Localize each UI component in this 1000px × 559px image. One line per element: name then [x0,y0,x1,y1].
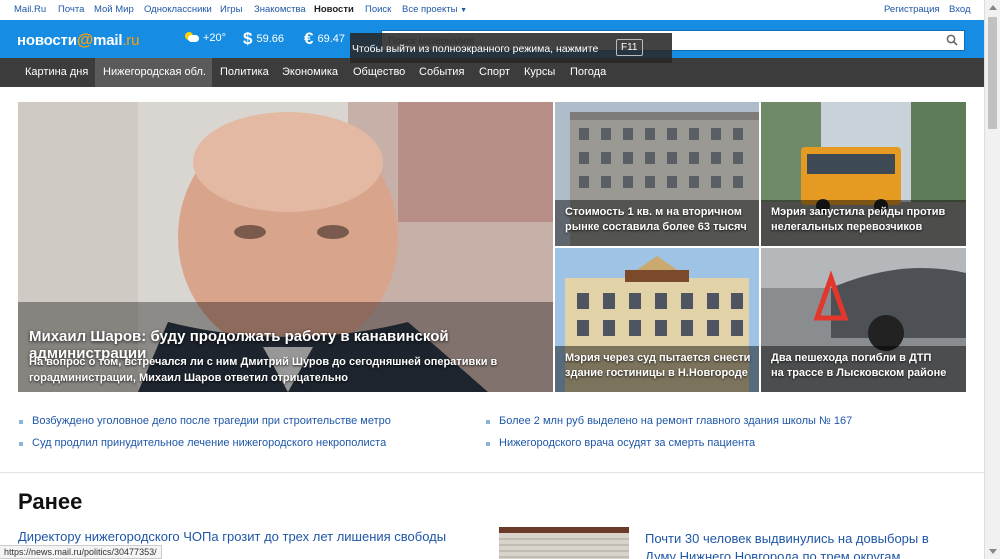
fullscreen-toast: Чтобы выйти из полноэкранного режима, на… [350,33,672,63]
chevron-down-icon: ▼ [460,7,468,14]
nav-item-nizhny-region[interactable]: Нижегородская обл. [95,58,212,87]
portal-link-games[interactable]: Игры [220,4,242,15]
earlier-link-elections[interactable]: Почти 30 человек выдвинулись на довыборы… [645,530,945,559]
tile-caption-housing-line1: Стоимость 1 кв. м на вторичном [565,206,742,218]
fullscreen-toast-message: Чтобы выйти из полноэкранного режима, на… [352,43,599,55]
portal-link-mail[interactable]: Почта [58,4,84,15]
ballots-photo [499,527,629,559]
eur-value: 69.47 [317,33,345,45]
nav-item-economy[interactable]: Экономика [274,58,346,87]
usd-value: 59.66 [256,33,284,45]
tile-caption-raids-line2: нелегальных перевозчиков [771,221,923,233]
eur-rate[interactable]: €69.47 [304,29,345,49]
news-link-metro[interactable]: Возбуждено уголовное дело после трагедии… [18,415,391,437]
news-link-school[interactable]: Более 2 млн руб выделено на ремонт главн… [485,415,852,437]
search-icon[interactable] [946,34,958,46]
tile-caption-hotel-line1: Мэрия через суд пытается снести [565,352,751,364]
nav-item-picture-of-day[interactable]: Картина дня [17,58,96,87]
dollar-icon: $ [243,29,253,48]
tile-caption-hotel-line2: здание гостиницы в Н.Новгороде [565,367,748,379]
logo-text-ru: .ru [122,32,140,49]
section-divider [0,472,984,473]
news-tile-housing[interactable]: Стоимость 1 кв. м на вторичном рынке сос… [555,102,759,246]
news-tile-accident[interactable]: Два пешехода погибли в ДТП на трассе в Л… [761,248,966,392]
earlier-link-chop[interactable]: Директору нижегородского ЧОПа грозит до … [18,529,446,544]
news-links-left: Возбуждено уголовное дело после трагедии… [18,415,391,459]
tile-caption-housing-line2: рынке составила более 63 тысяч [565,221,747,233]
portal-link-dating[interactable]: Знакомства [254,4,306,15]
portal-link-all-projects[interactable]: Все проекты ▼ [402,4,467,15]
portal-bar: Mail.Ru Почта Мой Мир Одноклассники Игры… [0,0,984,20]
news-tile-raids[interactable]: Мэрия запустила рейды против нелегальных… [761,102,966,246]
tile-caption-hotel: Мэрия через суд пытается снести здание г… [565,351,750,381]
nav-item-politics[interactable]: Политика [212,58,277,87]
euro-icon: € [304,29,314,48]
page-scrollbar[interactable] [984,0,1000,559]
portal-link-ok[interactable]: Одноклассники [144,4,212,15]
portal-link-news[interactable]: Новости [314,4,354,15]
main-story-lead: На вопрос о том, встречался ли с ним Дми… [29,356,498,384]
scroll-up-arrow-icon[interactable] [989,5,997,10]
news-link-doctor[interactable]: Нижегородского врача осудят за смерть па… [485,437,852,459]
status-bar-url: https://news.mail.ru/politics/30477353/ [0,545,162,559]
portal-link-search[interactable]: Поиск [365,4,391,15]
tile-caption-housing: Стоимость 1 кв. м на вторичном рынке сос… [565,205,747,235]
login-link[interactable]: Вход [949,4,971,15]
main-content: Михаил Шаров: буду продолжать работу в к… [0,87,984,559]
tile-caption-raids: Мэрия запустила рейды против нелегальных… [771,205,945,235]
news-logo[interactable]: новости@mail.ru [17,30,139,50]
register-link[interactable]: Регистрация [884,4,940,15]
news-links-right: Более 2 млн руб выделено на ремонт главн… [485,415,852,459]
news-link-necropolist[interactable]: Суд продлил принудительное лечение нижег… [18,437,391,459]
usd-rate[interactable]: $59.66 [243,29,284,49]
tile-caption-raids-line1: Мэрия запустила рейды против [771,206,946,218]
main-story-card[interactable]: Михаил Шаров: буду продолжать работу в к… [18,102,553,392]
earlier-section-title: Ранее [18,489,83,514]
logo-text-news: новости [17,32,77,49]
earlier-thumbnail[interactable] [499,527,629,559]
logo-at: @ [76,30,94,49]
scroll-down-arrow-icon[interactable] [989,549,997,554]
all-projects-label: Все проекты [402,4,458,15]
portal-link-mailru[interactable]: Mail.Ru [14,4,46,15]
news-tile-hotel[interactable]: Мэрия через суд пытается снести здание г… [555,248,759,392]
tile-caption-accident-line1: Два пешехода погибли в ДТП [771,352,932,364]
logo-text-mail: mail [93,32,123,49]
weather-widget[interactable]: +20° [185,32,226,44]
fullscreen-toast-key: F11 [616,39,643,56]
tile-caption-accident-line2: на трассе в Лысковском районе [771,367,947,379]
weather-temp: +20° [203,32,227,44]
tile-caption-accident: Два пешехода погибли в ДТП на трассе в Л… [771,351,946,381]
weather-cloud-icon [185,32,199,42]
portal-link-mymir[interactable]: Мой Мир [94,4,134,15]
scrollbar-thumb[interactable] [988,17,997,129]
